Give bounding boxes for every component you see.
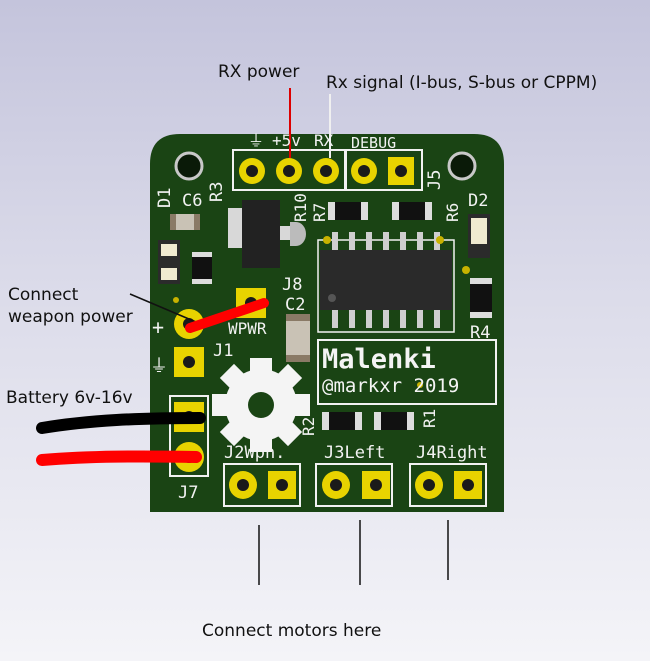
silk-j5: J5	[425, 170, 445, 190]
silk-d1: D1	[155, 188, 175, 208]
pcb-diagram: ⏚ +5v RX DEBUG J5 R3 C6 D1 R10 R7 R6 D2 …	[36, 88, 504, 585]
rx-power-label: RX power	[218, 62, 300, 82]
battery-label: Battery 6v-16v	[6, 388, 133, 408]
mounting-hole-right	[447, 151, 477, 181]
silk-wpwr: WPWR	[228, 319, 267, 338]
silk-debug: DEBUG	[351, 134, 396, 152]
silk-c2: C2	[285, 295, 305, 315]
silk-r3: R3	[207, 182, 227, 202]
silk-j1: J1	[213, 341, 233, 361]
silk-gnd-2: ⏚	[150, 356, 168, 377]
connect-motors-label: Connect motors here	[202, 621, 382, 641]
brand-name: Malenki	[322, 344, 436, 375]
mounting-hole-left	[174, 151, 204, 181]
silk-r6: R6	[443, 203, 462, 222]
silk-rx: RX	[314, 131, 334, 150]
silk-r1: R1	[420, 409, 439, 428]
silk-j3: J3Left	[324, 443, 385, 463]
silk-d2: D2	[468, 191, 488, 211]
brand-author: @markxr 2019	[322, 375, 459, 397]
rx-signal-label: Rx signal (I-bus, S-bus or CPPM)	[326, 73, 598, 93]
weapon-power-label: Connect weapon power	[8, 285, 133, 327]
silk-r7: R7	[310, 203, 329, 222]
silk-j7: J7	[178, 483, 198, 503]
silk-c6: C6	[182, 191, 202, 211]
regulator-body	[242, 200, 280, 268]
silk-j8: J8	[282, 275, 302, 295]
silk-gnd: ⏚	[248, 131, 264, 150]
battery-red-wire	[36, 450, 202, 466]
silk-r2: R2	[299, 417, 318, 436]
silk-5v: +5v	[272, 131, 301, 150]
silk-r10: R10	[291, 193, 310, 222]
silk-j4: J4Right	[416, 443, 488, 463]
ic-chip-body	[320, 250, 452, 310]
regulator-tab	[228, 208, 242, 248]
cap-c2	[286, 314, 310, 362]
silk-plus: +	[152, 315, 164, 339]
